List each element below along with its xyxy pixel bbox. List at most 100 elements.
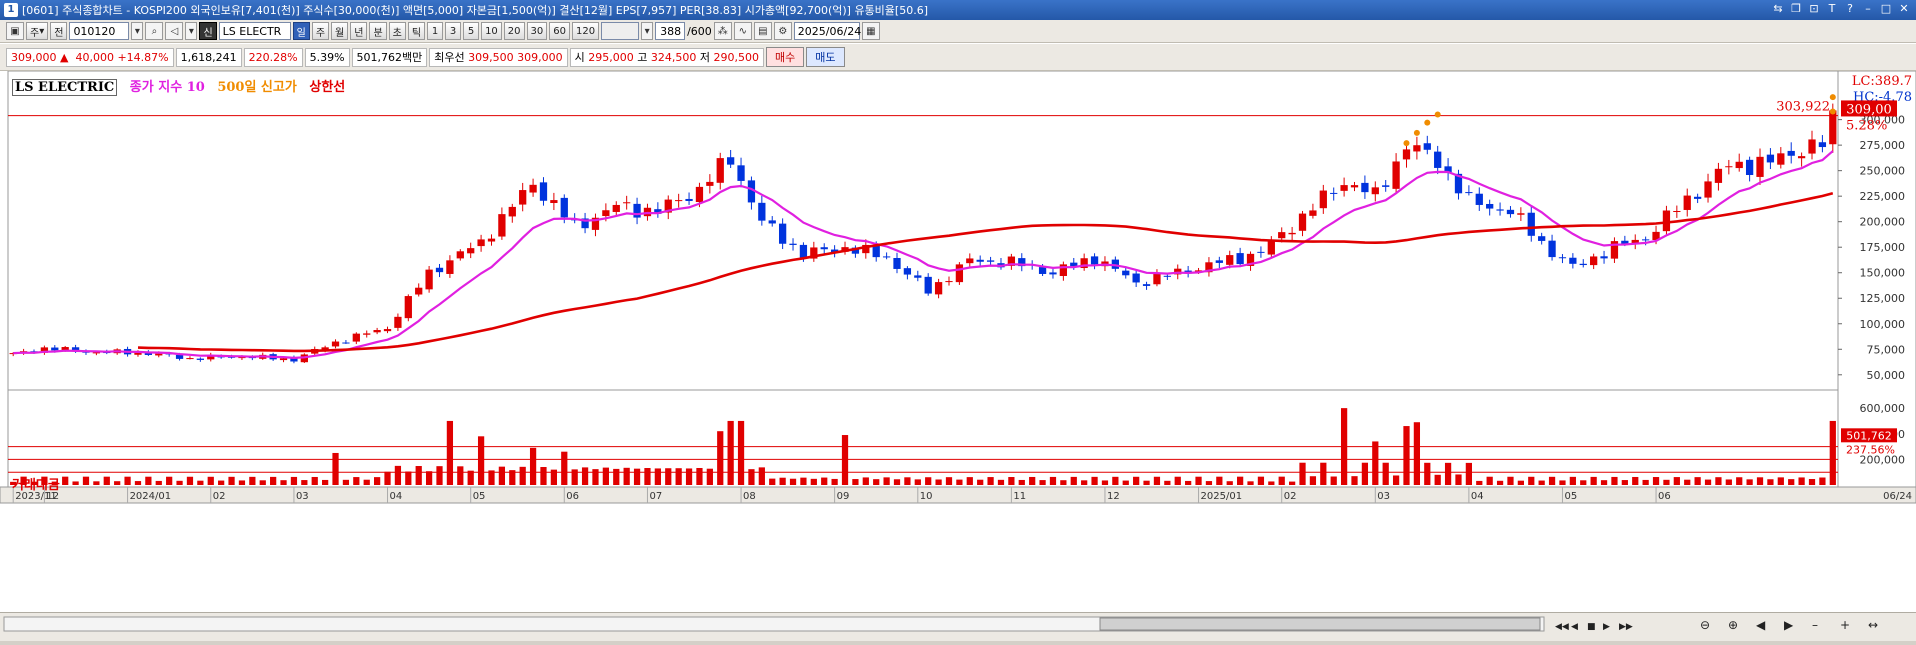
- x-tick-label: 10: [920, 491, 933, 502]
- save-icon[interactable]: ▤: [753, 22, 772, 40]
- playback-control-icon[interactable]: ■: [1587, 622, 1596, 632]
- x-tick-label: 02: [1284, 491, 1297, 502]
- zoom-tool-icon[interactable]: ⊕: [1728, 618, 1738, 632]
- scrollbar-thumb[interactable]: [1099, 617, 1541, 631]
- volume-bar: [529, 447, 537, 485]
- bid-price: 309,000: [517, 50, 563, 64]
- lock-icon[interactable]: ⊡: [1808, 2, 1820, 16]
- minimize-icon[interactable]: –: [1862, 2, 1874, 16]
- volume-bar: [1049, 476, 1057, 485]
- volume-bar: [1652, 477, 1660, 485]
- volume-bar: [72, 481, 79, 485]
- playback-control-icon[interactable]: ◀◀: [1555, 622, 1569, 632]
- tab-minute[interactable]: 분: [369, 22, 387, 40]
- zoom-tool-icon[interactable]: +: [1840, 618, 1850, 632]
- playback-control-icon[interactable]: ◀: [1571, 622, 1578, 632]
- custom-interval-input[interactable]: [601, 22, 640, 40]
- candle-body: [1527, 212, 1535, 236]
- interval-3[interactable]: 3: [445, 22, 462, 40]
- candle-body: [529, 184, 537, 193]
- chevron-down-icon[interactable]: ▾: [131, 22, 144, 40]
- tab-day[interactable]: 일: [292, 22, 310, 40]
- zoom-tool-icon[interactable]: ◀: [1756, 618, 1766, 632]
- volume-bar: [1819, 477, 1826, 485]
- candle-body: [903, 268, 912, 275]
- speaker-icon[interactable]: ◁: [165, 22, 184, 40]
- volume-bar: [1392, 475, 1400, 485]
- date-input[interactable]: 2025/06/24: [793, 22, 861, 40]
- gear-icon[interactable]: ⚙: [773, 22, 792, 40]
- line-tool-icon[interactable]: ∿: [733, 22, 752, 40]
- candle-body: [1538, 236, 1546, 241]
- candle-body: [539, 182, 548, 201]
- volume-bar: [1299, 462, 1306, 485]
- chart-svg[interactable]: 300,000275,000250,000225,000200,000175,0…: [0, 71, 1916, 612]
- indicator-icon[interactable]: ⁂: [713, 22, 732, 40]
- sell-button[interactable]: 매도: [806, 47, 845, 67]
- window-title: [0601] 주식종합차트 - KOSPI200 외국인보유[7,401(천)]…: [22, 4, 929, 17]
- ask-price: 309,500: [468, 50, 514, 64]
- search-icon[interactable]: ⌕: [145, 22, 164, 40]
- code-input[interactable]: 010120: [69, 22, 130, 40]
- chevron-down-icon: ▾: [39, 25, 45, 37]
- volume-bar: [477, 436, 485, 485]
- volume-bar: [446, 420, 454, 485]
- interval-5[interactable]: 5: [463, 22, 480, 40]
- restore-icon[interactable]: ❐: [1790, 2, 1802, 16]
- candle-body: [924, 276, 932, 294]
- zoom-tool-icon[interactable]: ⊖: [1700, 618, 1710, 632]
- maximize-icon[interactable]: □: [1880, 2, 1892, 16]
- panel-icon[interactable]: ▣: [6, 22, 24, 40]
- legend-stock[interactable]: LS ELECTRIC: [12, 79, 118, 96]
- interval-120[interactable]: 120: [572, 22, 600, 40]
- low-price: 290,500: [713, 50, 760, 64]
- interval-10[interactable]: 10: [481, 22, 502, 40]
- volume-bar: [685, 468, 693, 485]
- volume-bar: [841, 435, 849, 485]
- chevron-down-icon[interactable]: ▾: [641, 22, 654, 40]
- chart-area[interactable]: 300,000 275,000 250,000 225,000 200,000 175,0…: [0, 71, 1916, 621]
- tab-tick[interactable]: 틱: [407, 22, 426, 40]
- tab-month[interactable]: 월: [331, 22, 349, 40]
- legend-new-high[interactable]: 500일 신고가: [217, 80, 297, 95]
- high-label: 고: [637, 51, 648, 64]
- jeon-button[interactable]: 전: [50, 22, 68, 40]
- volume-legend[interactable]: 거래대금: [12, 474, 60, 493]
- interval-1[interactable]: 1: [427, 22, 444, 40]
- x-tick-label: 2024/01: [130, 491, 172, 502]
- chevron-down-icon[interactable]: ▾: [185, 22, 198, 40]
- period-select[interactable]: 주 ▾: [26, 22, 49, 40]
- zoom-tool-icon[interactable]: ↔: [1868, 618, 1878, 632]
- playback-control-icon[interactable]: ▶▶: [1619, 622, 1633, 632]
- candle-body: [914, 275, 922, 278]
- interval-30[interactable]: 30: [526, 22, 548, 40]
- close-icon[interactable]: ✕: [1898, 2, 1910, 16]
- help-icon[interactable]: ?: [1844, 2, 1856, 16]
- buy-button[interactable]: 매수: [766, 47, 805, 67]
- candle-body: [363, 333, 371, 335]
- tab-week[interactable]: 주: [311, 22, 330, 40]
- link-icon[interactable]: ⇆: [1772, 2, 1784, 16]
- count-input[interactable]: 388: [655, 22, 686, 40]
- playback-control-icon[interactable]: ▶: [1603, 622, 1610, 632]
- interval-20[interactable]: 20: [503, 22, 525, 40]
- last-pct-label: 5.28%: [1846, 118, 1887, 133]
- legend-upper[interactable]: 상한선: [309, 80, 345, 95]
- stock-name-field[interactable]: LS ELECTR: [218, 22, 291, 40]
- volume-bar: [1164, 480, 1171, 485]
- volume-bar: [207, 476, 214, 485]
- text-icon[interactable]: T: [1826, 2, 1838, 16]
- interval-60[interactable]: 60: [549, 22, 570, 40]
- volume-bar: [1018, 479, 1025, 485]
- price-pane: [7, 71, 1839, 391]
- zoom-tool-icon[interactable]: ▶: [1784, 618, 1794, 632]
- calendar-icon[interactable]: ▦: [861, 22, 880, 40]
- candle-body: [186, 358, 194, 360]
- zoom-tool-icon[interactable]: –: [1812, 618, 1818, 632]
- candle-body: [1288, 232, 1296, 235]
- tab-second[interactable]: 초: [388, 22, 406, 40]
- title-bar[interactable]: 1 [0601] 주식종합차트 - KOSPI200 외국인보유[7,401(천…: [0, 0, 1916, 20]
- volume-bar: [696, 467, 703, 485]
- legend-ma10[interactable]: 종가 지수 10: [130, 80, 205, 95]
- tab-year[interactable]: 년: [350, 22, 368, 40]
